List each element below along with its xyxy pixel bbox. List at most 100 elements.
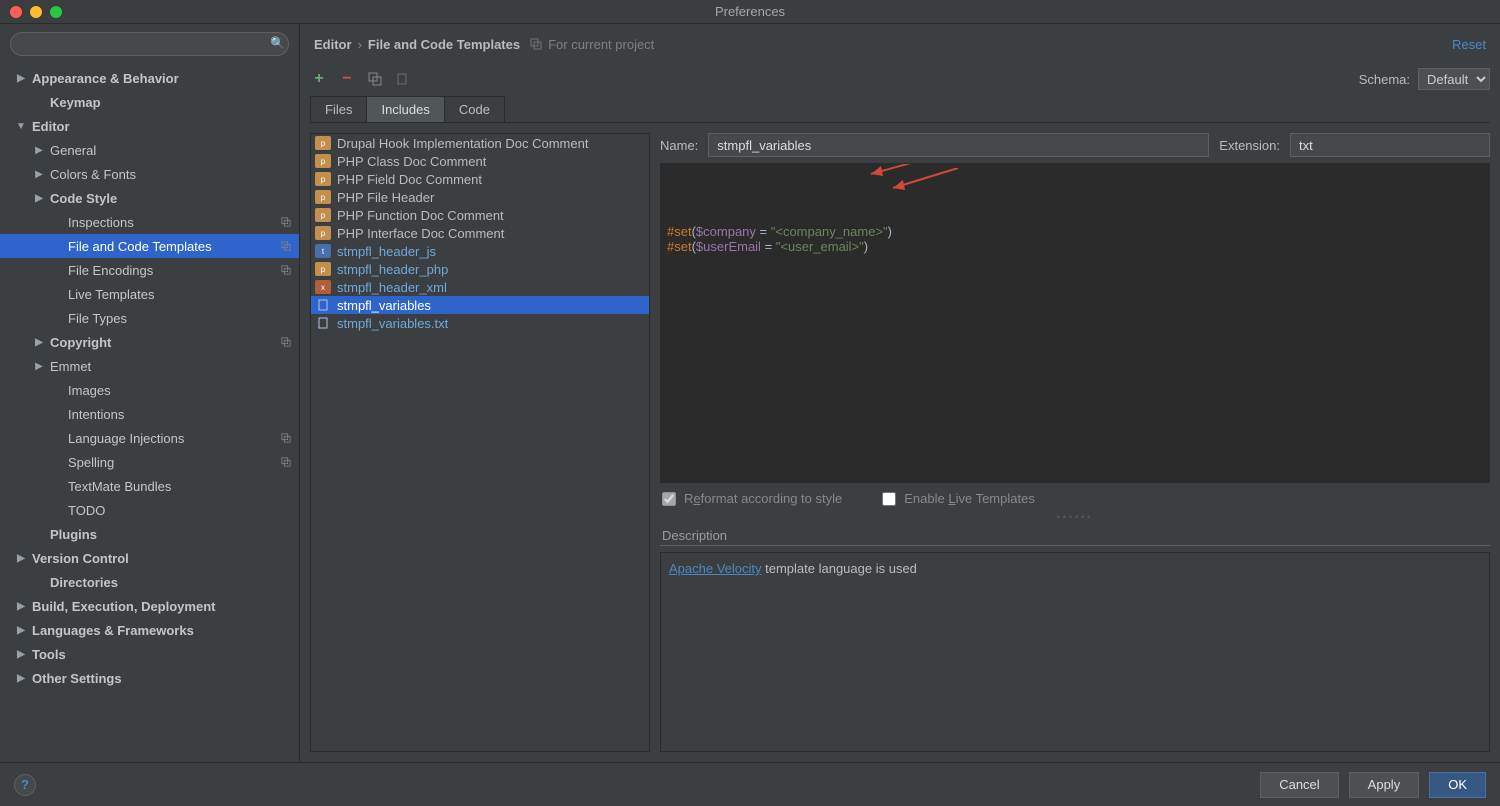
sidebar-item-label: Intentions	[68, 407, 124, 422]
tab-files[interactable]: Files	[310, 96, 367, 122]
sidebar-item-label: Appearance & Behavior	[32, 71, 179, 86]
sidebar-item-label: Live Templates	[68, 287, 154, 302]
sidebar-item-file-types[interactable]: File Types	[0, 306, 299, 330]
apply-button[interactable]: Apply	[1349, 772, 1420, 798]
sidebar-item-label: Images	[68, 383, 111, 398]
sidebar-item-label: Inspections	[68, 215, 134, 230]
settings-tree[interactable]: Appearance & Behavior KeymapEditor General…	[0, 64, 299, 762]
sidebar-item-keymap[interactable]: Keymap	[0, 90, 299, 114]
sidebar-item-plugins[interactable]: Plugins	[0, 522, 299, 546]
add-template-button[interactable]: +	[310, 70, 328, 88]
sidebar-item-language-injections[interactable]: Language Injections	[0, 426, 299, 450]
sidebar-item-images[interactable]: Images	[0, 378, 299, 402]
disclosure-icon	[16, 73, 26, 84]
list-item[interactable]: pPHP Interface Doc Comment	[311, 224, 649, 242]
template-editor[interactable]: #set($company = "<company_name>")#set($u…	[660, 163, 1490, 483]
list-item[interactable]: pPHP Function Doc Comment	[311, 206, 649, 224]
project-scope-icon	[275, 240, 291, 252]
sidebar-item-build-execution-deployment[interactable]: Build, Execution, Deployment	[0, 594, 299, 618]
sidebar-item-todo[interactable]: TODO	[0, 498, 299, 522]
sidebar-item-label: Build, Execution, Deployment	[32, 599, 215, 614]
sidebar-item-label: Version Control	[32, 551, 129, 566]
project-scope-icon	[275, 216, 291, 228]
sidebar-item-textmate-bundles[interactable]: TextMate Bundles	[0, 474, 299, 498]
list-item[interactable]: pPHP Field Doc Comment	[311, 170, 649, 188]
sidebar-item-colors-fonts[interactable]: Colors & Fonts	[0, 162, 299, 186]
scope-label: For current project	[530, 37, 654, 52]
ok-button[interactable]: OK	[1429, 772, 1486, 798]
minimize-window-button[interactable]	[30, 6, 42, 18]
list-item[interactable]: pDrupal Hook Implementation Doc Comment	[311, 134, 649, 152]
schema-label: Schema:	[1359, 72, 1410, 87]
list-item[interactable]: stmpfl_variables.txt	[311, 314, 649, 332]
close-window-button[interactable]	[10, 6, 22, 18]
template-name-input[interactable]	[708, 133, 1209, 157]
reset-link[interactable]: Reset	[1452, 37, 1486, 52]
list-item[interactable]: stmpfl_variables	[311, 296, 649, 314]
live-templates-checkbox[interactable]: Enable Live Templates	[882, 491, 1035, 506]
php-file-icon: p	[315, 190, 331, 204]
disclosure-icon	[16, 625, 26, 636]
apache-velocity-link[interactable]: Apache Velocity	[669, 561, 762, 576]
zoom-window-button[interactable]	[50, 6, 62, 18]
revert-template-button[interactable]	[394, 70, 412, 88]
sidebar-item-spelling[interactable]: Spelling	[0, 450, 299, 474]
list-item[interactable]: xstmpfl_header_xml	[311, 278, 649, 296]
extension-label: Extension:	[1219, 138, 1280, 153]
sidebar-item-inspections[interactable]: Inspections	[0, 210, 299, 234]
help-button[interactable]: ?	[14, 774, 36, 796]
list-item[interactable]: pPHP File Header	[311, 188, 649, 206]
sidebar-item-editor[interactable]: Editor	[0, 114, 299, 138]
schema-select[interactable]: Default	[1418, 68, 1490, 90]
list-item[interactable]: tstmpfl_header_js	[311, 242, 649, 260]
sidebar-item-label: Tools	[32, 647, 66, 662]
project-scope-icon	[275, 456, 291, 468]
code-line: #set($userEmail = "<user_email>")	[667, 239, 1483, 254]
reformat-checkbox[interactable]: Reformat according to style	[662, 491, 842, 506]
disclosure-icon	[16, 673, 26, 684]
php-file-icon: p	[315, 208, 331, 222]
disclosure-icon	[34, 145, 44, 156]
sidebar-item-label: TextMate Bundles	[68, 479, 171, 494]
sidebar-item-file-encodings[interactable]: File Encodings	[0, 258, 299, 282]
breadcrumb: Editor › File and Code Templates For cur…	[300, 24, 1500, 64]
sidebar-item-languages-frameworks[interactable]: Languages & Frameworks	[0, 618, 299, 642]
tab-code[interactable]: Code	[444, 96, 505, 122]
disclosure-icon	[34, 193, 44, 204]
description-body: Apache Velocity template language is use…	[660, 552, 1490, 752]
sidebar-item-directories[interactable]: Directories	[0, 570, 299, 594]
code-line: #set($company = "<company_name>")	[667, 224, 1483, 239]
list-item[interactable]: pstmpfl_header_php	[311, 260, 649, 278]
sidebar-item-label: General	[50, 143, 96, 158]
remove-template-button[interactable]: −	[338, 70, 356, 88]
sidebar-item-general[interactable]: General	[0, 138, 299, 162]
sidebar-item-tools[interactable]: Tools	[0, 642, 299, 666]
disclosure-icon	[16, 121, 26, 132]
sidebar-item-code-style[interactable]: Code Style	[0, 186, 299, 210]
sidebar-item-other-settings[interactable]: Other Settings	[0, 666, 299, 690]
tab-includes[interactable]: Includes	[366, 96, 444, 122]
sidebar-item-file-and-code-templates[interactable]: File and Code Templates	[0, 234, 299, 258]
sidebar-item-intentions[interactable]: Intentions	[0, 402, 299, 426]
annotation-arrow-icon	[861, 163, 941, 196]
sidebar-item-emmet[interactable]: Emmet	[0, 354, 299, 378]
search-input[interactable]	[10, 32, 289, 56]
sidebar-item-live-templates[interactable]: Live Templates	[0, 282, 299, 306]
annotation-arrow-icon	[883, 168, 963, 208]
cancel-button[interactable]: Cancel	[1260, 772, 1338, 798]
description-header: Description	[660, 522, 1490, 546]
sidebar-item-version-control[interactable]: Version Control	[0, 546, 299, 570]
template-extension-input[interactable]	[1290, 133, 1490, 157]
titlebar: Preferences	[0, 0, 1500, 24]
sidebar-item-appearance-behavior[interactable]: Appearance & Behavior	[0, 66, 299, 90]
project-scope-icon	[275, 336, 291, 348]
sidebar-item-label: Copyright	[50, 335, 111, 350]
resize-grip[interactable]: ••••••	[660, 514, 1490, 522]
sidebar-item-copyright[interactable]: Copyright	[0, 330, 299, 354]
sidebar-item-label: File and Code Templates	[68, 239, 212, 254]
sidebar-item-label: Colors & Fonts	[50, 167, 136, 182]
includes-list[interactable]: pDrupal Hook Implementation Doc Commentp…	[310, 133, 650, 752]
copy-template-button[interactable]	[366, 70, 384, 88]
sidebar-item-label: Languages & Frameworks	[32, 623, 194, 638]
list-item[interactable]: pPHP Class Doc Comment	[311, 152, 649, 170]
